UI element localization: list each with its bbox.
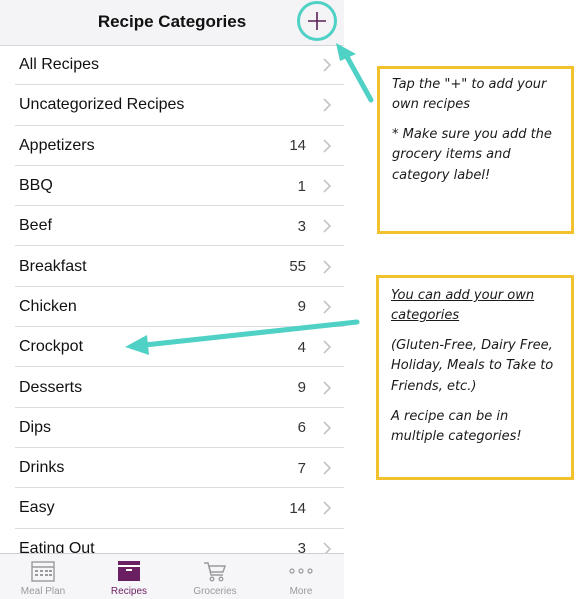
category-list: All Recipes Uncategorized Recipes Appeti… [0, 45, 344, 570]
chevron-right-icon [323, 421, 332, 435]
tab-recipes[interactable]: Recipes [86, 554, 172, 599]
category-count: 14 [289, 137, 306, 155]
chevron-right-icon [323, 98, 332, 113]
chevron-right-icon [323, 260, 332, 274]
tab-meal-plan[interactable]: Meal Plan [0, 554, 86, 599]
category-count: 9 [297, 379, 306, 397]
plus-icon [308, 12, 326, 30]
chevron-right-icon [323, 179, 332, 193]
note-text: A recipe can be in multiple categories! [391, 408, 522, 444]
tab-more[interactable]: More [258, 554, 344, 599]
calendar-icon [31, 561, 55, 582]
chevron-right-icon [323, 501, 332, 515]
category-row[interactable]: Crockpot 4 [0, 327, 344, 368]
chevron-right-icon [323, 340, 332, 354]
category-count: 1 [297, 177, 306, 195]
category-label: Appetizers [19, 136, 95, 154]
chevron-right-icon [323, 58, 332, 72]
note-text: * Make sure you add the grocery items an… [392, 127, 552, 183]
navigation-bar: Recipe Categories [0, 0, 344, 46]
tab-label: More [289, 586, 313, 597]
chevron-right-icon [323, 300, 332, 314]
page-title: Recipe Categories [97, 12, 247, 31]
category-label: Uncategorized Recipes [19, 96, 185, 114]
tab-label: Groceries [193, 586, 237, 597]
note-text: (Gluten-Free, Dairy Free, Holiday, Meals… [391, 338, 554, 394]
phone-screen: Recipe Categories All Recipes Uncategori… [0, 0, 344, 599]
category-label: Dips [19, 418, 52, 436]
chevron-right-icon [323, 139, 332, 153]
category-row[interactable]: Drinks 7 [0, 448, 344, 489]
chevron-right-icon [323, 380, 332, 395]
category-count: 6 [297, 419, 306, 437]
category-label: Drinks [19, 459, 65, 477]
category-label: BBQ [19, 177, 53, 195]
category-count: 7 [297, 459, 306, 477]
category-row[interactable]: Uncategorized Recipes [0, 85, 344, 126]
category-row[interactable]: All Recipes [0, 45, 344, 86]
category-label: Chicken [19, 297, 77, 315]
chevron-right-icon [323, 461, 332, 475]
category-row[interactable]: Breakfast 55 [0, 246, 344, 288]
recipe-box-icon [118, 561, 140, 581]
note-text: Tap the "+" to add your own recipes [392, 77, 547, 113]
category-count: 4 [297, 338, 306, 356]
chevron-right-icon [323, 219, 332, 233]
annotation-note-categories: You can add your own categories (Gluten-… [376, 275, 574, 480]
category-row[interactable]: Appetizers 14 [0, 126, 344, 167]
add-recipe-button[interactable] [297, 1, 337, 41]
category-label: Breakfast [19, 257, 87, 275]
category-row[interactable]: BBQ 1 [0, 166, 344, 207]
annotation-note-add-recipes: Tap the "+" to add your own recipes * Ma… [377, 66, 574, 234]
tab-label: Recipes [110, 586, 148, 597]
category-count: 9 [297, 298, 306, 316]
category-count: 14 [289, 499, 306, 517]
category-count: 55 [289, 258, 306, 276]
category-label: Crockpot [19, 338, 84, 356]
category-row[interactable]: Chicken 9 [0, 287, 344, 328]
more-icon [289, 568, 313, 574]
cart-icon [204, 562, 226, 582]
category-label: Desserts [19, 378, 83, 396]
category-label: Beef [19, 217, 52, 235]
note-heading: You can add your own categories [391, 288, 535, 324]
category-row[interactable]: Desserts 9 [0, 367, 344, 408]
category-row[interactable]: Beef 3 [0, 206, 344, 247]
category-row[interactable]: Easy 14 [0, 488, 344, 529]
category-label: All Recipes [19, 56, 100, 74]
category-row[interactable]: Dips 6 [0, 408, 344, 449]
category-count: 3 [297, 217, 306, 235]
tab-label: Meal Plan [20, 586, 66, 597]
category-label: Easy [19, 499, 55, 517]
tab-bar: Meal Plan Recipes Groceries More [0, 553, 344, 599]
tab-groceries[interactable]: Groceries [172, 554, 258, 599]
